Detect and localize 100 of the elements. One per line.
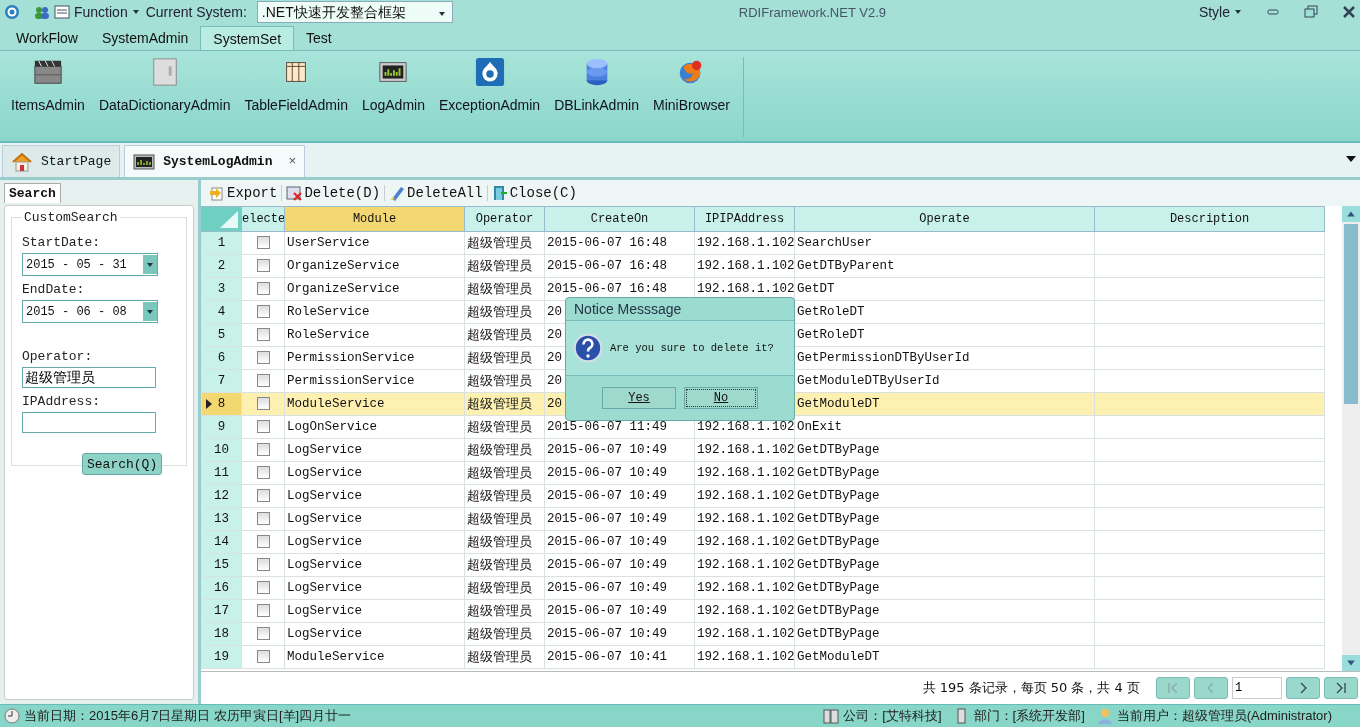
checkbox[interactable] <box>256 397 270 411</box>
ip-address-field[interactable] <box>22 412 156 433</box>
group-title: CustomSearch <box>23 210 119 225</box>
last-page-button[interactable] <box>1324 677 1358 699</box>
column-header[interactable]: CreateOn <box>544 206 695 232</box>
row-header[interactable]: 5 <box>201 323 242 347</box>
search-tab[interactable]: Search <box>4 183 61 203</box>
date-field[interactable]: 2015 - 06 - 08 <box>22 300 158 323</box>
checkbox[interactable] <box>256 604 270 618</box>
caret-icon[interactable] <box>1234 8 1242 16</box>
caret-icon[interactable] <box>146 260 154 269</box>
caret-icon[interactable] <box>437 10 446 18</box>
drop-icon <box>474 57 505 87</box>
scrollbar[interactable] <box>1342 206 1360 671</box>
ribbon-button[interactable]: DataDictionaryAdmin <box>91 57 238 113</box>
checkbox[interactable] <box>256 443 270 457</box>
ribbon-button[interactable]: TableFieldAdmin <box>237 57 355 113</box>
operator-field[interactable]: 超级管理员 <box>22 367 156 388</box>
system-dropdown[interactable]: .NET快速开发整合框架 <box>256 1 453 23</box>
ribbon-button[interactable]: ItemsAdmin <box>4 57 92 113</box>
toolbar-button[interactable]: Delete(D) <box>286 185 386 201</box>
row-header[interactable]: 6 <box>201 346 242 370</box>
row-header[interactable]: 16 <box>201 576 242 600</box>
checkbox[interactable] <box>256 627 270 641</box>
tab-list-caret-icon[interactable] <box>1346 155 1356 163</box>
row-header[interactable]: 3 <box>201 277 242 301</box>
row-header[interactable]: 19 <box>201 645 242 669</box>
document-tab[interactable]: SystemLogAdmin × <box>124 145 306 177</box>
checkbox[interactable] <box>256 581 270 595</box>
ribbon-button[interactable]: DBLinkAdmin <box>547 57 646 113</box>
table-cell: 超级管理员 <box>464 553 545 577</box>
dialog-button[interactable]: Yes <box>602 387 676 409</box>
column-header[interactable]: Operate <box>794 206 1095 232</box>
next-page-button[interactable] <box>1286 677 1320 699</box>
close-tab-icon[interactable]: × <box>288 154 297 169</box>
row-header[interactable]: 14 <box>201 530 242 554</box>
row-header[interactable]: 1 <box>201 231 242 255</box>
row-header[interactable]: 8 <box>201 392 242 416</box>
page-number-field[interactable]: 1 <box>1232 677 1282 699</box>
style-menu[interactable]: Style <box>1198 4 1230 20</box>
row-header[interactable]: 2 <box>201 254 242 278</box>
row-header[interactable]: 15 <box>201 553 242 577</box>
caret-icon[interactable] <box>131 8 140 16</box>
caret-icon[interactable] <box>146 307 154 316</box>
row-header[interactable]: 11 <box>201 461 242 485</box>
row-header[interactable]: 18 <box>201 622 242 646</box>
checkbox[interactable] <box>256 259 270 273</box>
checkbox[interactable] <box>256 489 270 503</box>
table-cell: 2015-06-07 10:49 <box>544 622 695 646</box>
checkbox[interactable] <box>256 305 270 319</box>
function-menu[interactable]: Function <box>74 4 128 20</box>
checkbox[interactable] <box>256 282 270 296</box>
dialog-button[interactable]: No <box>684 387 758 409</box>
row-header[interactable]: 13 <box>201 507 242 531</box>
ribbon-button[interactable]: ExceptionAdmin <box>431 57 548 113</box>
checkbox[interactable] <box>256 650 270 664</box>
ribbon-tab[interactable]: SystemAdmin <box>89 26 201 50</box>
table-cell: 2015-06-07 10:49 <box>544 438 695 462</box>
checkbox[interactable] <box>256 466 270 480</box>
column-header[interactable]: Module <box>284 206 465 232</box>
checkbox[interactable] <box>256 558 270 572</box>
row-header[interactable]: 9 <box>201 415 242 439</box>
ribbon-tab[interactable]: Test <box>294 26 344 50</box>
corner-cell[interactable] <box>201 206 242 232</box>
checkbox[interactable] <box>256 328 270 342</box>
checkbox[interactable] <box>256 236 270 250</box>
row-header[interactable]: 10 <box>201 438 242 462</box>
ribbon-button[interactable]: MiniBrowser <box>645 57 737 113</box>
checkbox[interactable] <box>256 512 270 526</box>
row-header[interactable]: 4 <box>201 300 242 324</box>
toolbar-button[interactable]: DeleteAll <box>389 185 488 201</box>
window-icon[interactable] <box>54 4 70 20</box>
ribbon-tab[interactable]: WorkFlow <box>4 26 90 50</box>
close-icon[interactable] <box>1342 5 1356 19</box>
row-header[interactable]: 17 <box>201 599 242 623</box>
status-company: 公司：[艾特科技] <box>843 707 942 725</box>
row-header[interactable]: 7 <box>201 369 242 393</box>
scroll-up-icon[interactable] <box>1346 209 1356 219</box>
row-header[interactable]: 12 <box>201 484 242 508</box>
search-button[interactable]: Search(Q) <box>82 453 163 475</box>
column-header[interactable]: Description <box>1094 206 1325 232</box>
column-header[interactable]: Operator <box>464 206 545 232</box>
checkbox[interactable] <box>256 374 270 388</box>
table-cell: 192.168.1.102 <box>697 535 794 549</box>
scroll-down-icon[interactable] <box>1346 658 1356 668</box>
table-cell: 192.168.1.102 <box>697 604 794 618</box>
document-tab[interactable]: StartPage <box>2 145 121 177</box>
toolbar-button[interactable]: Export <box>209 185 283 201</box>
date-field[interactable]: 2015 - 05 - 31 <box>22 253 158 276</box>
toolbar-button[interactable]: Close(C) <box>491 185 581 201</box>
restore-icon[interactable] <box>1304 5 1318 19</box>
checkbox[interactable] <box>256 351 270 365</box>
column-header[interactable]: IPIPAddress <box>694 206 795 232</box>
table-cell: LogService <box>284 530 465 554</box>
checkbox[interactable] <box>256 420 270 434</box>
users-icon[interactable] <box>34 4 50 20</box>
ribbon-tab[interactable]: SystemSet <box>200 26 295 50</box>
logo-icon[interactable] <box>4 4 20 20</box>
checkbox[interactable] <box>256 535 270 549</box>
ribbon-button[interactable]: LogAdmin <box>354 57 432 113</box>
